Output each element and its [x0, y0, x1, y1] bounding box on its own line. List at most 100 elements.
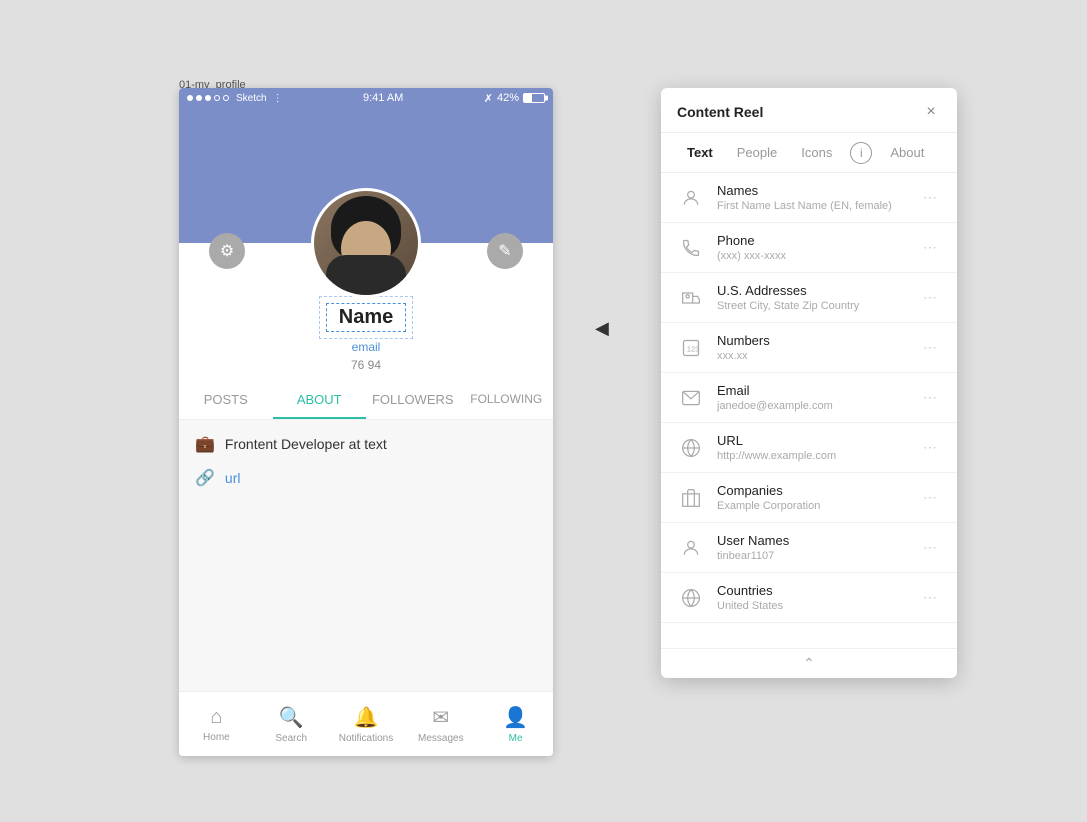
nav-messages-label: Messages: [418, 733, 464, 744]
tab-following[interactable]: FOLLOWING: [460, 382, 554, 419]
email-more[interactable]: ⋯: [919, 385, 941, 410]
panel-tab-text[interactable]: Text: [677, 141, 723, 164]
job-row: 💼 Frontent Developer at text: [195, 434, 537, 454]
stats-numbers: 76 94: [351, 358, 381, 372]
usernames-subtitle: tinbear1107: [717, 550, 907, 562]
nav-search-label: Search: [275, 733, 307, 744]
address-icon: [677, 284, 705, 312]
nav-home[interactable]: ⌂ Home: [179, 706, 254, 743]
panel-tab-people[interactable]: People: [727, 141, 787, 164]
briefcase-icon: 💼: [195, 434, 215, 454]
countries-more[interactable]: ⋯: [919, 585, 941, 610]
addresses-text: U.S. Addresses Street City, State Zip Co…: [717, 283, 907, 312]
battery-icon: [523, 93, 545, 103]
username-icon: [677, 534, 705, 562]
stats-area: 76 94: [179, 358, 553, 382]
names-subtitle: First Name Last Name (EN, female): [717, 200, 907, 212]
close-button[interactable]: ×: [921, 102, 941, 122]
usernames-title: User Names: [717, 533, 907, 548]
list-item-usernames[interactable]: User Names tinbear1107 ⋯: [661, 523, 957, 573]
usernames-text: User Names tinbear1107: [717, 533, 907, 562]
url-subtitle: http://www.example.com: [717, 450, 907, 462]
tab-about[interactable]: ABOUT: [273, 382, 367, 419]
panel-item-list: Names First Name Last Name (EN, female) …: [661, 173, 957, 648]
bluetooth-icon: ✗: [484, 92, 493, 105]
phone-more[interactable]: ⋯: [919, 235, 941, 260]
bottom-nav: ⌂ Home 🔍 Search 🔔 Notifications ✉ Messag…: [179, 691, 553, 756]
url-text: URL http://www.example.com: [717, 433, 907, 462]
envelope-icon: ✉: [432, 705, 449, 730]
addresses-more[interactable]: ⋯: [919, 285, 941, 310]
countries-icon: [677, 584, 705, 612]
battery-percent: 42%: [497, 92, 519, 104]
nav-me[interactable]: 👤 Me: [478, 705, 553, 744]
gear-icon: ⚙: [220, 241, 234, 261]
wifi-icon: ⋮: [273, 93, 283, 104]
panel-header: Content Reel ×: [661, 88, 957, 133]
names-more[interactable]: ⋯: [919, 185, 941, 210]
url-icon: [677, 434, 705, 462]
names-icon: [677, 184, 705, 212]
companies-icon: [677, 484, 705, 512]
url-text[interactable]: url: [225, 470, 241, 486]
list-item-countries[interactable]: Countries United States ⋯: [661, 573, 957, 623]
list-item-addresses[interactable]: U.S. Addresses Street City, State Zip Co…: [661, 273, 957, 323]
panel-tab-icons[interactable]: Icons: [791, 141, 842, 164]
chevron-up-icon[interactable]: ⌃: [803, 655, 815, 672]
url-more[interactable]: ⋯: [919, 435, 941, 460]
phone-mockup: Sketch ⋮ 9:41 AM ✗ 42% ⚙ ✎: [179, 88, 553, 756]
person-icon: 👤: [503, 705, 528, 730]
panel-tab-about[interactable]: About: [880, 141, 934, 164]
dot5: [223, 95, 229, 101]
countries-subtitle: United States: [717, 600, 907, 612]
addresses-subtitle: Street City, State Zip Country: [717, 300, 907, 312]
info-button[interactable]: i: [850, 142, 872, 164]
email-text: Email janedoe@example.com: [717, 383, 907, 412]
usernames-more[interactable]: ⋯: [919, 535, 941, 560]
list-item-numbers[interactable]: 123 Numbers xxx.xx ⋯: [661, 323, 957, 373]
status-right: ✗ 42%: [484, 92, 545, 105]
dot4: [214, 95, 220, 101]
numbers-more[interactable]: ⋯: [919, 335, 941, 360]
settings-button[interactable]: ⚙: [209, 233, 245, 269]
nav-search[interactable]: 🔍 Search: [254, 705, 329, 744]
profile-tabs: POSTS ABOUT FOLLOWERS FOLLOWING: [179, 382, 553, 420]
avatar-photo: [314, 191, 418, 295]
nav-me-label: Me: [509, 733, 523, 744]
pencil-icon: ✎: [498, 241, 511, 261]
addresses-title: U.S. Addresses: [717, 283, 907, 298]
dot1: [187, 95, 193, 101]
companies-subtitle: Example Corporation: [717, 500, 907, 512]
list-item-url[interactable]: URL http://www.example.com ⋯: [661, 423, 957, 473]
profile-name[interactable]: Name: [326, 303, 406, 332]
list-item-companies[interactable]: Companies Example Corporation ⋯: [661, 473, 957, 523]
tab-posts[interactable]: POSTS: [179, 382, 273, 419]
email-title: Email: [717, 383, 907, 398]
phone-text: Phone (xxx) xxx-xxxx: [717, 233, 907, 262]
content-area: 💼 Frontent Developer at text 🔗 url: [179, 420, 553, 720]
panel-tabs: Text People Icons i About: [661, 133, 957, 173]
nav-notifications[interactable]: 🔔 Notifications: [329, 705, 404, 744]
numbers-title: Numbers: [717, 333, 907, 348]
link-icon: 🔗: [195, 468, 215, 488]
avatar: [311, 188, 421, 298]
companies-text: Companies Example Corporation: [717, 483, 907, 512]
companies-more[interactable]: ⋯: [919, 485, 941, 510]
phone-icon: [677, 234, 705, 262]
url-row: 🔗 url: [195, 468, 537, 488]
dot3: [205, 95, 211, 101]
list-item-phone[interactable]: Phone (xxx) xxx-xxxx ⋯: [661, 223, 957, 273]
panel-title: Content Reel: [677, 104, 763, 120]
tab-followers[interactable]: FOLLOWERS: [366, 382, 460, 419]
nav-messages[interactable]: ✉ Messages: [403, 705, 478, 744]
edit-button[interactable]: ✎: [487, 233, 523, 269]
nav-home-label: Home: [203, 732, 230, 743]
numbers-text: Numbers xxx.xx: [717, 333, 907, 362]
phone-subtitle: (xxx) xxx-xxxx: [717, 250, 907, 262]
names-title: Names: [717, 183, 907, 198]
status-bar: Sketch ⋮ 9:41 AM ✗ 42%: [179, 88, 553, 108]
svg-text:123: 123: [687, 344, 700, 353]
list-item-email[interactable]: Email janedoe@example.com ⋯: [661, 373, 957, 423]
profile-header: [179, 108, 553, 243]
list-item-names[interactable]: Names First Name Last Name (EN, female) …: [661, 173, 957, 223]
